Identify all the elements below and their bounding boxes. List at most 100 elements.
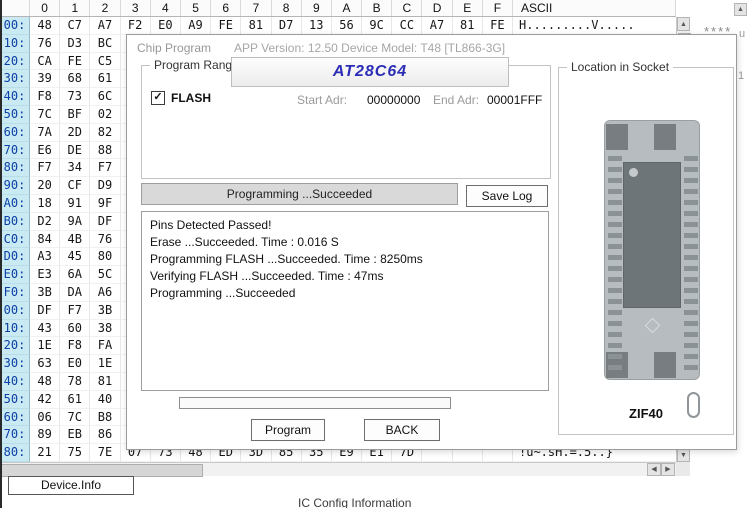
hex-byte-cell[interactable]: FE — [60, 53, 90, 71]
save-log-button[interactable]: Save Log — [466, 185, 548, 207]
hex-byte-cell[interactable]: 3B — [90, 302, 120, 320]
hex-byte-cell[interactable]: D7 — [272, 17, 302, 35]
hex-byte-cell[interactable]: 9A — [60, 213, 90, 231]
tab-device-info[interactable]: Device.Info — [8, 476, 134, 495]
hex-byte-cell[interactable]: 76 — [90, 231, 120, 249]
hex-byte-cell[interactable]: 38 — [90, 320, 120, 338]
hex-byte-cell[interactable]: 02 — [90, 106, 120, 124]
hex-byte-cell[interactable]: 1E — [90, 355, 120, 373]
hex-byte-cell[interactable]: 78 — [60, 373, 90, 391]
hex-byte-cell[interactable]: 84 — [30, 231, 60, 249]
scroll-up-icon[interactable]: ▲ — [677, 17, 690, 31]
hex-byte-cell[interactable]: FA — [90, 337, 120, 355]
hex-byte-cell[interactable]: 7C — [30, 106, 60, 124]
program-button[interactable]: Program — [251, 419, 325, 441]
hex-byte-cell[interactable]: DF — [30, 302, 60, 320]
hex-byte-cell[interactable]: DF — [90, 213, 120, 231]
hex-byte-cell[interactable]: 81 — [90, 373, 120, 391]
hex-byte-cell[interactable]: 45 — [60, 248, 90, 266]
hex-byte-cell[interactable]: A3 — [30, 248, 60, 266]
hex-byte-cell[interactable]: BF — [60, 106, 90, 124]
hex-byte-cell[interactable]: 86 — [90, 426, 120, 444]
hex-byte-cell[interactable]: 9F — [90, 195, 120, 213]
hex-byte-cell[interactable]: 48 — [30, 373, 60, 391]
right-panel-scroll-up-icon[interactable]: ▲ — [734, 3, 747, 16]
hex-byte-cell[interactable]: DA — [60, 284, 90, 302]
horizontal-scrollbar[interactable]: ◀ ▶ — [0, 462, 676, 476]
hex-byte-cell[interactable]: 18 — [30, 195, 60, 213]
scroll-right-icon[interactable]: ▶ — [661, 463, 675, 476]
hex-byte-cell[interactable]: DE — [60, 142, 90, 160]
hex-byte-cell[interactable]: F2 — [121, 17, 151, 35]
hex-byte-cell[interactable]: 82 — [90, 124, 120, 142]
hex-byte-cell[interactable]: 39 — [30, 70, 60, 88]
log-output[interactable]: Pins Detected Passed!Erase ...Succeeded.… — [141, 211, 549, 391]
hex-byte-cell[interactable]: F8 — [30, 88, 60, 106]
hex-byte-cell[interactable]: F8 — [60, 337, 90, 355]
hex-byte-cell[interactable]: 61 — [60, 391, 90, 409]
hex-byte-cell[interactable]: B8 — [90, 409, 120, 427]
hex-byte-cell[interactable]: 91 — [60, 195, 90, 213]
hex-byte-cell[interactable]: 73 — [60, 88, 90, 106]
hex-byte-cell[interactable]: A6 — [90, 284, 120, 302]
hex-byte-cell[interactable]: 81 — [453, 17, 483, 35]
hex-byte-cell[interactable]: 3B — [30, 284, 60, 302]
checkbox-checked-icon[interactable]: ✓ — [151, 91, 165, 105]
hex-byte-cell[interactable]: D3 — [60, 35, 90, 53]
hex-byte-cell[interactable]: 81 — [241, 17, 271, 35]
hex-byte-cell[interactable]: 7A — [30, 124, 60, 142]
hex-byte-cell[interactable]: 56 — [332, 17, 362, 35]
hex-byte-cell[interactable]: 13 — [302, 17, 332, 35]
hex-byte-cell[interactable]: 88 — [90, 142, 120, 160]
hex-byte-cell[interactable]: 68 — [60, 70, 90, 88]
hex-byte-cell[interactable]: A7 — [422, 17, 452, 35]
hex-byte-cell[interactable]: 7E — [90, 444, 120, 462]
hex-byte-cell[interactable]: E0 — [151, 17, 181, 35]
hex-byte-cell[interactable]: 9C — [362, 17, 392, 35]
hex-byte-cell[interactable]: 60 — [60, 320, 90, 338]
hex-byte-cell[interactable]: 89 — [30, 426, 60, 444]
hex-byte-cell[interactable]: 76 — [30, 35, 60, 53]
hex-byte-cell[interactable]: BC — [90, 35, 120, 53]
hex-byte-cell[interactable]: A7 — [90, 17, 120, 35]
hex-byte-cell[interactable]: 6C — [90, 88, 120, 106]
hex-byte-cell[interactable]: E0 — [60, 355, 90, 373]
hex-byte-cell[interactable]: 06 — [30, 409, 60, 427]
scroll-down-icon[interactable]: ▼ — [677, 448, 690, 462]
flash-checkbox-row[interactable]: ✓ FLASH — [151, 91, 211, 105]
hex-byte-cell[interactable]: 4B — [60, 231, 90, 249]
hex-byte-cell[interactable]: 7C — [60, 409, 90, 427]
hex-byte-cell[interactable]: CF — [60, 177, 90, 195]
hex-byte-cell[interactable]: 40 — [90, 391, 120, 409]
hex-byte-cell[interactable]: 5C — [90, 266, 120, 284]
hex-byte-cell[interactable]: 2D — [60, 124, 90, 142]
hex-byte-cell[interactable]: 43 — [30, 320, 60, 338]
hex-byte-cell[interactable]: FE — [211, 17, 241, 35]
hex-byte-cell[interactable]: CC — [392, 17, 422, 35]
hex-byte-cell[interactable]: 63 — [30, 355, 60, 373]
hex-byte-cell[interactable]: CA — [30, 53, 60, 71]
hex-byte-cell[interactable]: D2 — [30, 213, 60, 231]
hex-byte-cell[interactable]: 20 — [30, 177, 60, 195]
hex-ascii-cell[interactable]: H.........V..... — [513, 17, 676, 35]
hex-byte-cell[interactable]: F7 — [90, 159, 120, 177]
hex-byte-cell[interactable]: A9 — [181, 17, 211, 35]
hex-byte-cell[interactable]: 34 — [60, 159, 90, 177]
hex-byte-cell[interactable]: 48 — [30, 17, 60, 35]
hex-byte-cell[interactable]: F7 — [60, 302, 90, 320]
hex-byte-cell[interactable]: 80 — [90, 248, 120, 266]
hex-byte-cell[interactable]: EB — [60, 426, 90, 444]
hex-byte-cell[interactable]: FE — [483, 17, 513, 35]
hex-byte-cell[interactable]: 6A — [60, 266, 90, 284]
hex-byte-cell[interactable]: 61 — [90, 70, 120, 88]
hex-byte-cell[interactable]: C5 — [90, 53, 120, 71]
hex-byte-cell[interactable]: D9 — [90, 177, 120, 195]
hex-byte-cell[interactable]: E6 — [30, 142, 60, 160]
back-button[interactable]: BACK — [364, 419, 440, 441]
hex-byte-cell[interactable]: 21 — [30, 444, 60, 462]
hex-byte-cell[interactable]: E3 — [30, 266, 60, 284]
hex-byte-cell[interactable]: 75 — [60, 444, 90, 462]
scroll-left-icon[interactable]: ◀ — [647, 463, 661, 476]
hex-byte-cell[interactable]: 42 — [30, 391, 60, 409]
hex-byte-cell[interactable]: 1E — [30, 337, 60, 355]
